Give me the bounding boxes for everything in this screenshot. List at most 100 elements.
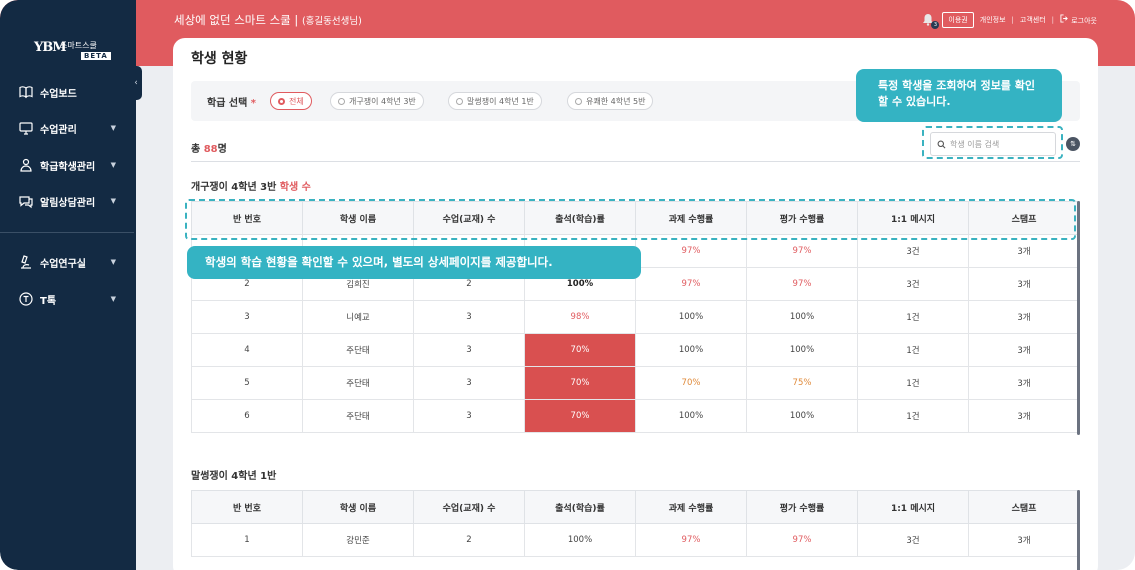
terms-button[interactable]: 이용권 [942,12,974,28]
divider: | [1011,16,1014,24]
chevron-down-icon: ▼ [110,197,116,205]
column-header: 1:1 메시지 [857,490,969,524]
class-option-4-5[interactable]: 유쾌한 4학년 5반 [567,92,654,110]
table-cell: 1건 [857,333,969,367]
table-header-row: 반 번호 학생 이름 수업(교재) 수 출석(학습)률 과제 수행률 평가 수행률 1:1 … [191,490,1080,524]
table-cell: 70% [524,366,636,400]
table-cell: 1건 [857,399,969,433]
chevron-down-icon: ▼ [110,258,116,266]
student-table: 반 번호 학생 이름 수업(교재) 수 출석(학습)률 과제 수행률 평가 수행률 1:1 … [191,490,1080,557]
table-cell: 1 [191,523,303,557]
table-row[interactable]: 3 니예교 3 98% 100% 100% 1건 3개 [191,300,1080,334]
required-mark: * [250,98,257,109]
table-cell: 4 [191,333,303,367]
column-header: 학생 이름 [302,490,414,524]
sidebar-item-class-board[interactable]: 수업보드 [18,82,128,102]
teacher-name: (홍길동선생님) [301,16,362,27]
sidebar: YBM 스마트스쿨 BETA 수업보드 수업관리 ▼ 학급학생관리 ▼ 알림상담… [0,0,136,570]
option-label: 전체 [289,96,304,106]
sidebar-item-label: 수업관리 [40,124,77,136]
column-header: 스탬프 [968,490,1080,524]
table-cell: 100% [635,399,747,433]
sidebar-item-label: T톡 [40,295,57,307]
table-cell: 100% [746,300,858,334]
class-option-4-1[interactable]: 말썽쟁이 4학년 1반 [448,92,542,110]
radio-icon [456,97,463,105]
sidebar-item-class-manage[interactable]: 수업관리 ▼ [18,118,128,138]
sidebar-item-label: 수업보드 [40,88,77,100]
table-cell: 97% [746,267,858,301]
sidebar-item-label: 알림상담관리 [40,197,96,209]
notification-count-badge: 3 [931,21,940,29]
section-title: 개구쟁이 4학년 3반 학생 수 [191,178,311,193]
table-cell: 3건 [857,523,969,557]
radio-icon [575,97,582,105]
table-row[interactable]: 4 주단태 3 70% 100% 100% 1건 3개 [191,333,1080,367]
sidebar-item-label: 학급학생관리 [40,161,96,173]
microscope-icon [21,255,31,269]
section-class-name: 개구쟁이 4학년 3반 [191,182,277,193]
table-cell: 5 [191,366,303,400]
column-header: 출석(학습)률 [524,490,636,524]
table-cell: 97% [635,267,747,301]
divider [191,161,1080,162]
talk-icon [19,292,33,306]
table-cell: 1건 [857,366,969,400]
table-guide-tooltip: 학생의 학습 현황을 확인할 수 있으며, 별도의 상세페이지를 제공합니다. [187,246,641,279]
sidebar-item-student-manage[interactable]: 학급학생관리 ▼ [18,155,128,175]
table-cell: 3개 [968,300,1080,334]
support-link[interactable]: 고객센터 [1020,15,1046,25]
total-number: 88 [203,144,218,155]
table-cell: 97% [746,523,858,557]
table-header-highlight [185,199,1076,240]
divider: | [1051,16,1054,24]
table-cell: 니예교 [302,300,414,334]
table-cell: 70% [524,333,636,367]
logout-label: 로그아웃 [1071,17,1097,25]
students-icon [20,158,32,172]
sidebar-item-label: 수업연구실 [40,258,86,270]
table-cell: 3개 [968,523,1080,557]
table-cell: 1건 [857,300,969,334]
scrollbar[interactable] [1077,490,1080,570]
total-suffix: 명 [217,144,227,155]
app-title: 세상에 없던 스마트 스쿨 | [174,13,299,27]
option-label: 개구쟁이 4학년 3반 [349,96,416,106]
table-cell: 3개 [968,399,1080,433]
sidebar-collapse-button[interactable]: ‹ [130,66,142,100]
section-class-name: 말썽쟁이 4학년 1반 [191,471,277,482]
logout-link[interactable]: 로그아웃 [1060,14,1097,26]
table-cell: 3 [413,333,525,367]
table-cell: 100% [635,333,747,367]
class-option-4-3[interactable]: 개구쟁이 4학년 3반 [330,92,424,110]
table-row[interactable]: 6 주단태 3 70% 100% 100% 1건 3개 [191,399,1080,433]
sidebar-divider [0,232,134,233]
table-row[interactable]: 5 주단태 3 70% 70% 75% 1건 3개 [191,366,1080,400]
radio-icon [338,97,345,105]
column-header: 수업(교재) 수 [413,490,525,524]
table-row[interactable]: 1 강민준 2 100% 97% 97% 3건 3개 [191,523,1080,557]
scrollbar[interactable] [1077,201,1080,435]
table-cell: 100% [635,300,747,334]
search-guide-tooltip: 특정 학생을 조회하여 정보를 확인할 수 있습니다. [856,69,1062,122]
table-cell: 3 [413,300,525,334]
radio-selected-icon [278,97,285,105]
logo[interactable]: YBM 스마트스쿨 BETA [34,36,111,60]
sidebar-item-counsel-manage[interactable]: 알림상담관리 ▼ [18,191,128,211]
sidebar-item-research[interactable]: 수업연구실 ▼ [18,252,128,272]
filter-label: 학급 선택 * [207,94,256,109]
section-accent: 학생 수 [279,182,311,193]
sort-button[interactable]: ⇅ [1066,137,1080,151]
chevron-down-icon: ▼ [110,124,116,132]
class-option-all[interactable]: 전체 [270,92,312,110]
table-cell: 70% [524,399,636,433]
table-cell: 3 [413,366,525,400]
my-info-link[interactable]: 개인정보 [980,15,1006,25]
sidebar-item-ttalk[interactable]: T톡 ▼ [18,289,128,309]
page-header: 세상에 없던 스마트 스쿨 | (홍길동선생님) [174,12,362,28]
total-count: 총 88명 [191,140,227,155]
table-cell: 98% [524,300,636,334]
filter-label-text: 학급 선택 [207,98,248,109]
table-cell: 주단태 [302,366,414,400]
notification-button[interactable]: 3 [922,13,940,29]
